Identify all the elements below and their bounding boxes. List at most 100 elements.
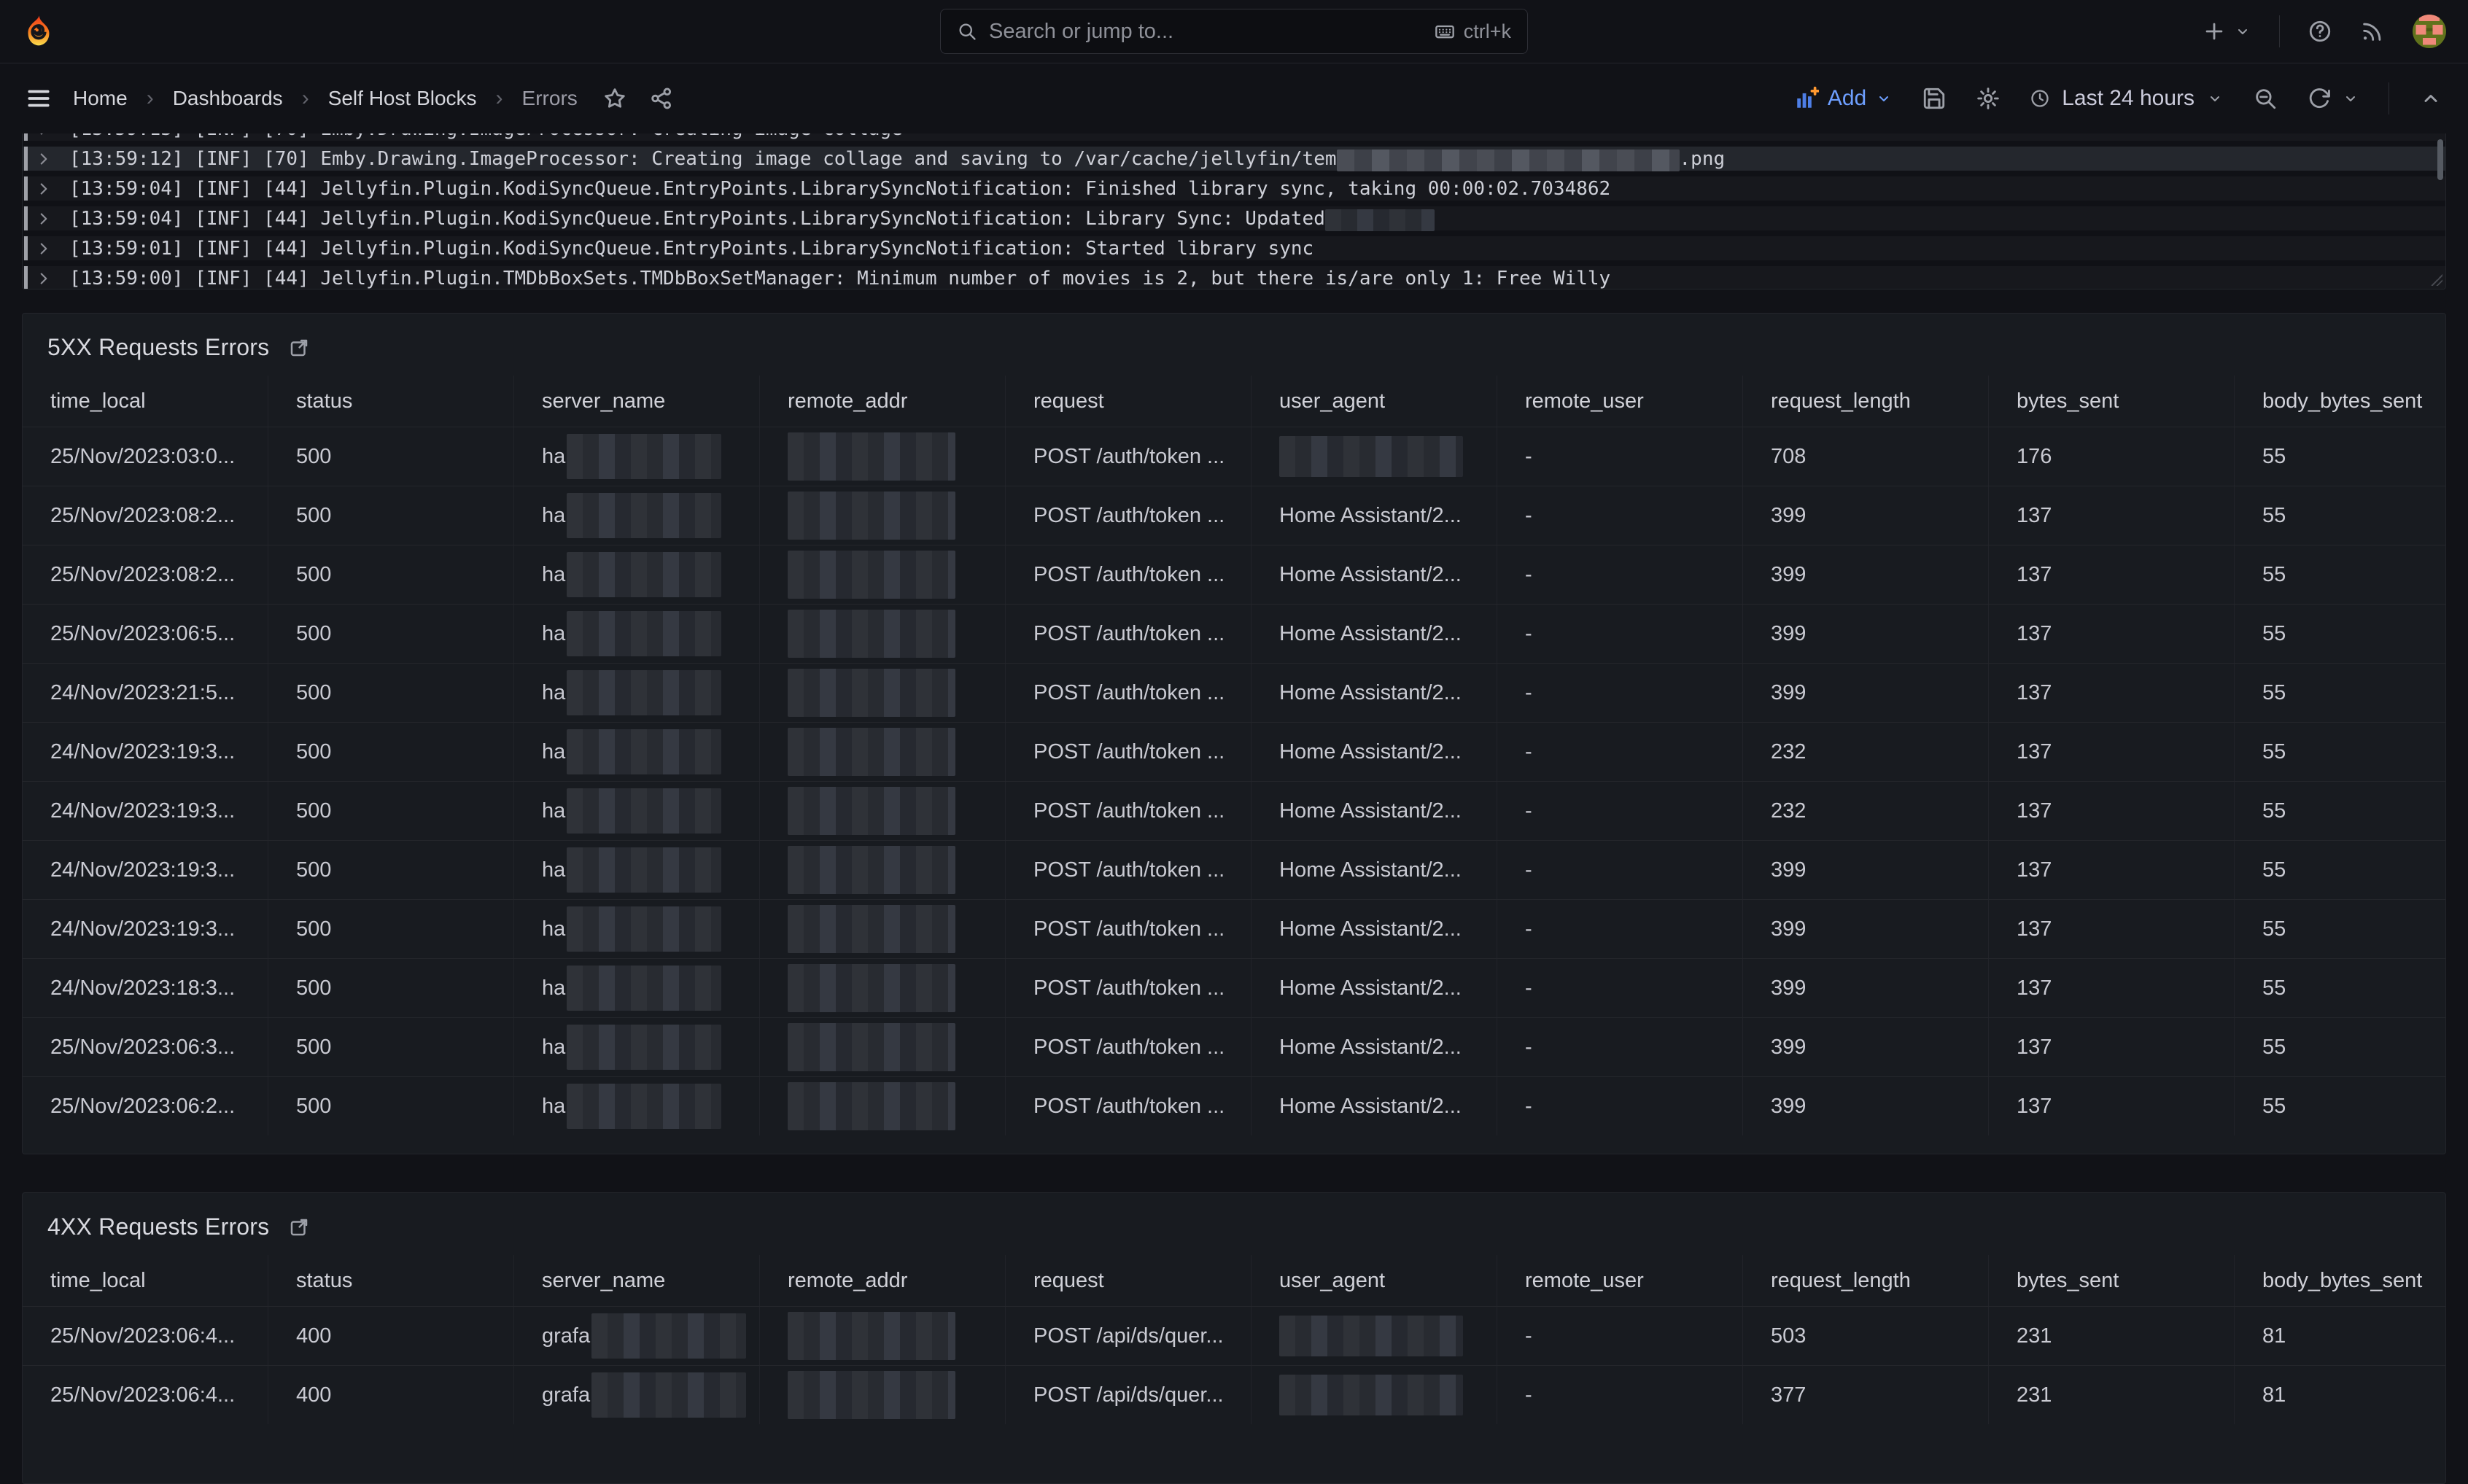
breadcrumb-item-self-host-blocks[interactable]: Self Host Blocks — [328, 87, 477, 110]
cell-server-name: ha — [514, 545, 760, 604]
collapse-toolbar-icon[interactable] — [2418, 86, 2443, 111]
column-header-remote-user[interactable]: remote_user — [1497, 376, 1743, 427]
column-header-status[interactable]: status — [268, 1255, 514, 1306]
cell-remote-user: - — [1497, 1077, 1743, 1135]
redacted-server-name — [591, 1372, 746, 1418]
redacted-server-name — [567, 1084, 721, 1129]
redacted-remote-addr — [788, 728, 955, 776]
column-header-remote-user[interactable]: remote_user — [1497, 1255, 1743, 1306]
column-header-body-bytes-sent[interactable]: body_bytes_sent — [2235, 376, 2445, 427]
log-line[interactable]: [13:59:00] [INF] [44] Jellyfin.Plugin.TM… — [23, 263, 2445, 290]
dashboard-toolbar: Home›Dashboards›Self Host Blocks›Errors … — [0, 63, 2468, 133]
grafana-logo[interactable] — [22, 15, 55, 48]
cell-user-agent — [1252, 1307, 1497, 1365]
log-line[interactable]: [13:59:13] [INF] [70] Emby.Drawing.Image… — [23, 133, 2445, 144]
redacted-remote-addr — [788, 905, 955, 953]
table-header-row: time_localstatusserver_nameremote_addrre… — [23, 1255, 2445, 1306]
menu-toggle-icon[interactable] — [25, 85, 53, 112]
cell-user-agent: Home Assistant/2... — [1252, 959, 1497, 1017]
settings-gear-icon[interactable] — [1976, 86, 2001, 111]
cell-time-local: 24/Nov/2023:19:3... — [23, 723, 268, 781]
column-header-remote-addr[interactable]: remote_addr — [760, 1255, 1006, 1306]
save-dashboard-icon[interactable] — [1922, 86, 1947, 111]
refresh-icon — [2307, 86, 2332, 111]
panel-resize-handle[interactable] — [2431, 274, 2442, 286]
favorite-star-icon[interactable] — [602, 86, 627, 111]
log-expand-icon[interactable] — [34, 179, 53, 198]
column-header-request[interactable]: request — [1006, 1255, 1252, 1306]
refresh-button[interactable] — [2307, 86, 2359, 111]
column-header-time-local[interactable]: time_local — [23, 1255, 268, 1306]
new-button[interactable] — [2202, 19, 2251, 44]
column-header-status[interactable]: status — [268, 376, 514, 427]
column-header-bytes-sent[interactable]: bytes_sent — [1989, 1255, 2235, 1306]
search-input[interactable]: Search or jump to... ctrl+k — [940, 9, 1528, 54]
log-expand-icon[interactable] — [34, 149, 53, 168]
column-header-server-name[interactable]: server_name — [514, 1255, 760, 1306]
cell-server-name: ha — [514, 605, 760, 663]
column-header-server-name[interactable]: server_name — [514, 376, 760, 427]
table-row: 25/Nov/2023:06:4...400grafaPOST /api/ds/… — [23, 1306, 2445, 1365]
cell-server-name: ha — [514, 427, 760, 486]
log-expand-icon[interactable] — [34, 209, 53, 228]
cell-time-local: 24/Nov/2023:18:3... — [23, 959, 268, 1017]
news-rss-icon[interactable] — [2360, 19, 2385, 44]
redacted-remote-addr — [788, 787, 955, 835]
table-row: 25/Nov/2023:03:0...500haPOST /auth/token… — [23, 427, 2445, 486]
cell-time-local: 25/Nov/2023:06:5... — [23, 605, 268, 663]
column-header-remote-addr[interactable]: remote_addr — [760, 376, 1006, 427]
column-header-time-local[interactable]: time_local — [23, 376, 268, 427]
column-header-user-agent[interactable]: user_agent — [1252, 1255, 1497, 1306]
log-scrollbar-thumb[interactable] — [2437, 139, 2443, 180]
table-row: 24/Nov/2023:21:5...500haPOST /auth/token… — [23, 663, 2445, 722]
redacted-server-name — [591, 1313, 746, 1359]
column-header-user-agent[interactable]: user_agent — [1252, 376, 1497, 427]
log-expand-icon[interactable] — [34, 239, 53, 258]
cell-remote-user: - — [1497, 486, 1743, 545]
cell-request: POST /auth/token ... — [1006, 959, 1252, 1017]
cell-time-local: 25/Nov/2023:03:0... — [23, 427, 268, 486]
zoom-out-icon[interactable] — [2253, 86, 2278, 111]
cell-server-name: grafa — [514, 1307, 760, 1365]
cell-body-bytes-sent: 55 — [2235, 1077, 2445, 1135]
cell-status: 500 — [268, 1018, 514, 1076]
log-text: [13:59:04] [INF] [44] Jellyfin.Plugin.Ko… — [69, 208, 1325, 230]
breadcrumb-item-home[interactable]: Home — [73, 87, 128, 110]
redacted-remote-addr — [788, 610, 955, 658]
column-header-bytes-sent[interactable]: bytes_sent — [1989, 376, 2235, 427]
add-panel-button[interactable]: Add — [1794, 86, 1893, 111]
column-header-body-bytes-sent[interactable]: body_bytes_sent — [2235, 1255, 2445, 1306]
chevron-down-icon — [1875, 90, 1893, 107]
share-icon[interactable] — [649, 86, 674, 111]
user-avatar[interactable] — [2413, 15, 2446, 48]
cell-server-name: ha — [514, 1018, 760, 1076]
log-line[interactable]: [13:59:01] [INF] [44] Jellyfin.Plugin.Ko… — [23, 233, 2445, 263]
help-icon[interactable] — [2308, 19, 2332, 44]
table-row: 25/Nov/2023:08:2...500haPOST /auth/token… — [23, 486, 2445, 545]
table-header-row: time_localstatusserver_nameremote_addrre… — [23, 376, 2445, 427]
cell-request: POST /auth/token ... — [1006, 427, 1252, 486]
search-placeholder: Search or jump to... — [989, 20, 1423, 44]
log-expand-icon[interactable] — [34, 269, 53, 288]
redacted-remote-addr — [788, 1371, 955, 1419]
log-line[interactable]: [13:59:04] [INF] [44] Jellyfin.Plugin.Ko… — [23, 203, 2445, 233]
log-line[interactable]: [13:59:04] [INF] [44] Jellyfin.Plugin.Ko… — [23, 174, 2445, 203]
cell-request: POST /auth/token ... — [1006, 723, 1252, 781]
panel-external-link-icon[interactable] — [288, 1216, 310, 1238]
breadcrumb-item-dashboards[interactable]: Dashboards — [173, 87, 283, 110]
column-header-request[interactable]: request — [1006, 376, 1252, 427]
redacted-user-agent — [1279, 1316, 1463, 1356]
panel-external-link-icon[interactable] — [288, 337, 310, 359]
time-range-picker[interactable]: Last 24 hours — [2030, 86, 2224, 111]
server-name-prefix: ha — [542, 858, 565, 882]
log-expand-icon[interactable] — [34, 133, 53, 139]
redacted-server-name — [567, 906, 721, 952]
log-line[interactable]: [13:59:12] [INF] [70] Emby.Drawing.Image… — [23, 144, 2445, 174]
column-header-request-length[interactable]: request_length — [1743, 376, 1989, 427]
cell-request: POST /auth/token ... — [1006, 782, 1252, 840]
column-header-request-length[interactable]: request_length — [1743, 1255, 1989, 1306]
table-row: 25/Nov/2023:06:3...500haPOST /auth/token… — [23, 1017, 2445, 1076]
cell-time-local: 25/Nov/2023:08:2... — [23, 486, 268, 545]
cell-server-name: ha — [514, 486, 760, 545]
cell-user-agent: Home Assistant/2... — [1252, 664, 1497, 722]
